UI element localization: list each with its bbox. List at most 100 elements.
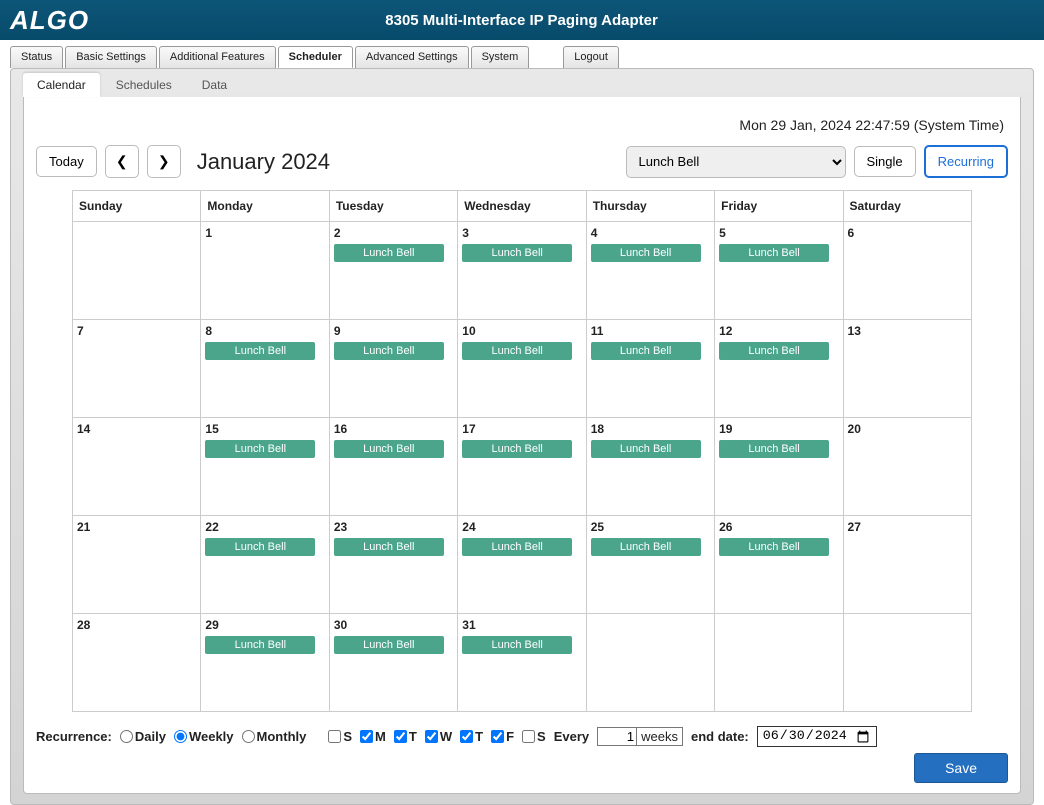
tab-status[interactable]: Status (10, 46, 63, 68)
calendar-cell[interactable]: 14 (73, 418, 201, 516)
day-w[interactable]: W (425, 729, 452, 744)
recurrence-daily[interactable]: Daily (120, 729, 166, 744)
calendar-cell[interactable] (586, 614, 714, 712)
day-m[interactable]: M (360, 729, 386, 744)
subtab-calendar[interactable]: Calendar (23, 73, 100, 97)
calendar-event[interactable]: Lunch Bell (205, 538, 315, 556)
calendar-cell[interactable] (715, 614, 843, 712)
calendar-cell[interactable]: 30Lunch Bell (329, 614, 457, 712)
every-input[interactable] (597, 727, 637, 746)
month-label: January 2024 (197, 149, 330, 175)
product-title: 8305 Multi-Interface IP Paging Adapter (89, 12, 954, 29)
calendar-event[interactable]: Lunch Bell (591, 342, 701, 360)
day-t2[interactable]: T (460, 729, 483, 744)
calendar-cell[interactable]: 10Lunch Bell (458, 320, 586, 418)
tab-scheduler[interactable]: Scheduler (278, 46, 353, 68)
recurrence-weekly[interactable]: Weekly (174, 729, 234, 744)
calendar-event[interactable]: Lunch Bell (462, 342, 572, 360)
day-s2[interactable]: S (522, 729, 546, 744)
tab-advanced-settings[interactable]: Advanced Settings (355, 46, 469, 68)
tab-additional-features[interactable]: Additional Features (159, 46, 276, 68)
calendar-event[interactable]: Lunch Bell (719, 342, 829, 360)
tab-logout[interactable]: Logout (563, 46, 619, 68)
calendar-cell[interactable]: 5Lunch Bell (715, 222, 843, 320)
calendar-event[interactable]: Lunch Bell (591, 538, 701, 556)
checkbox-sun[interactable] (328, 730, 341, 743)
checkbox-sat[interactable] (522, 730, 535, 743)
tab-system[interactable]: System (471, 46, 530, 68)
calendar-cell[interactable] (843, 614, 971, 712)
radio-daily[interactable] (120, 730, 133, 743)
calendar-cell[interactable]: 31Lunch Bell (458, 614, 586, 712)
calendar-cell[interactable] (73, 222, 201, 320)
calendar-event[interactable]: Lunch Bell (462, 636, 572, 654)
recurrence-monthly[interactable]: Monthly (242, 729, 307, 744)
calendar-event[interactable]: Lunch Bell (334, 636, 444, 654)
calendar-cell[interactable]: 11Lunch Bell (586, 320, 714, 418)
radio-weekly[interactable] (174, 730, 187, 743)
calendar-event[interactable]: Lunch Bell (719, 244, 829, 262)
single-button[interactable]: Single (854, 146, 916, 177)
tab-basic-settings[interactable]: Basic Settings (65, 46, 157, 68)
calendar-cell[interactable]: 12Lunch Bell (715, 320, 843, 418)
prev-month-button[interactable]: ❮ (105, 145, 139, 178)
calendar-cell[interactable]: 8Lunch Bell (201, 320, 329, 418)
end-date-input[interactable] (757, 726, 877, 747)
calendar-cell[interactable]: 27 (843, 516, 971, 614)
subtab-schedules[interactable]: Schedules (102, 73, 186, 97)
calendar-cell[interactable]: 29Lunch Bell (201, 614, 329, 712)
day-number: 9 (334, 324, 453, 338)
save-button[interactable]: Save (914, 753, 1008, 783)
calendar-cell[interactable]: 21 (73, 516, 201, 614)
calendar-cell[interactable]: 9 Lunch Bell (329, 320, 457, 418)
day-s1[interactable]: S (328, 729, 352, 744)
calendar-event[interactable]: Lunch Bell (334, 342, 444, 360)
calendar-cell[interactable]: 3Lunch Bell (458, 222, 586, 320)
calendar-event[interactable]: Lunch Bell (205, 440, 315, 458)
calendar-event[interactable]: Lunch Bell (334, 440, 444, 458)
calendar-event[interactable]: Lunch Bell (591, 440, 701, 458)
calendar-event[interactable]: Lunch Bell (334, 538, 444, 556)
calendar-cell[interactable]: 15Lunch Bell (201, 418, 329, 516)
today-button[interactable]: Today (36, 146, 97, 177)
calendar-event[interactable]: Lunch Bell (334, 244, 444, 262)
day-f[interactable]: F (491, 729, 514, 744)
radio-monthly[interactable] (242, 730, 255, 743)
checkbox-mon[interactable] (360, 730, 373, 743)
subtab-data[interactable]: Data (188, 73, 241, 97)
calendar-event[interactable]: Lunch Bell (462, 440, 572, 458)
calendar-cell[interactable]: 17Lunch Bell (458, 418, 586, 516)
calendar-cell[interactable]: 25Lunch Bell (586, 516, 714, 614)
calendar-cell[interactable]: 28 (73, 614, 201, 712)
calendar-event[interactable]: Lunch Bell (719, 538, 829, 556)
checkbox-thu[interactable] (460, 730, 473, 743)
calendar-cell[interactable]: 26Lunch Bell (715, 516, 843, 614)
calendar-cell[interactable]: 22Lunch Bell (201, 516, 329, 614)
calendar-event[interactable]: Lunch Bell (462, 538, 572, 556)
checkbox-tue[interactable] (394, 730, 407, 743)
calendar-cell[interactable]: 7 (73, 320, 201, 418)
day-t1[interactable]: T (394, 729, 417, 744)
calendar-cell[interactable]: 6 (843, 222, 971, 320)
calendar-cell[interactable]: 1 (201, 222, 329, 320)
recurring-button[interactable]: Recurring (924, 145, 1008, 178)
calendar-cell[interactable]: 16Lunch Bell (329, 418, 457, 516)
recurrence-bar: Recurrence: Daily Weekly Monthly S M T W… (36, 726, 1008, 747)
calendar-event[interactable]: Lunch Bell (462, 244, 572, 262)
calendar-cell[interactable]: 24Lunch Bell (458, 516, 586, 614)
calendar-cell[interactable]: 18Lunch Bell (586, 418, 714, 516)
calendar-event[interactable]: Lunch Bell (205, 636, 315, 654)
calendar-cell[interactable]: 19Lunch Bell (715, 418, 843, 516)
calendar-cell[interactable]: 20 (843, 418, 971, 516)
calendar-cell[interactable]: 4Lunch Bell (586, 222, 714, 320)
calendar-cell[interactable]: 23Lunch Bell (329, 516, 457, 614)
checkbox-fri[interactable] (491, 730, 504, 743)
calendar-event[interactable]: Lunch Bell (719, 440, 829, 458)
calendar-cell[interactable]: 2Lunch Bell (329, 222, 457, 320)
checkbox-wed[interactable] (425, 730, 438, 743)
calendar-event[interactable]: Lunch Bell (205, 342, 315, 360)
calendar-cell[interactable]: 13 (843, 320, 971, 418)
schedule-select[interactable]: Lunch Bell (626, 146, 846, 178)
next-month-button[interactable]: ❯ (147, 145, 181, 178)
calendar-event[interactable]: Lunch Bell (591, 244, 701, 262)
